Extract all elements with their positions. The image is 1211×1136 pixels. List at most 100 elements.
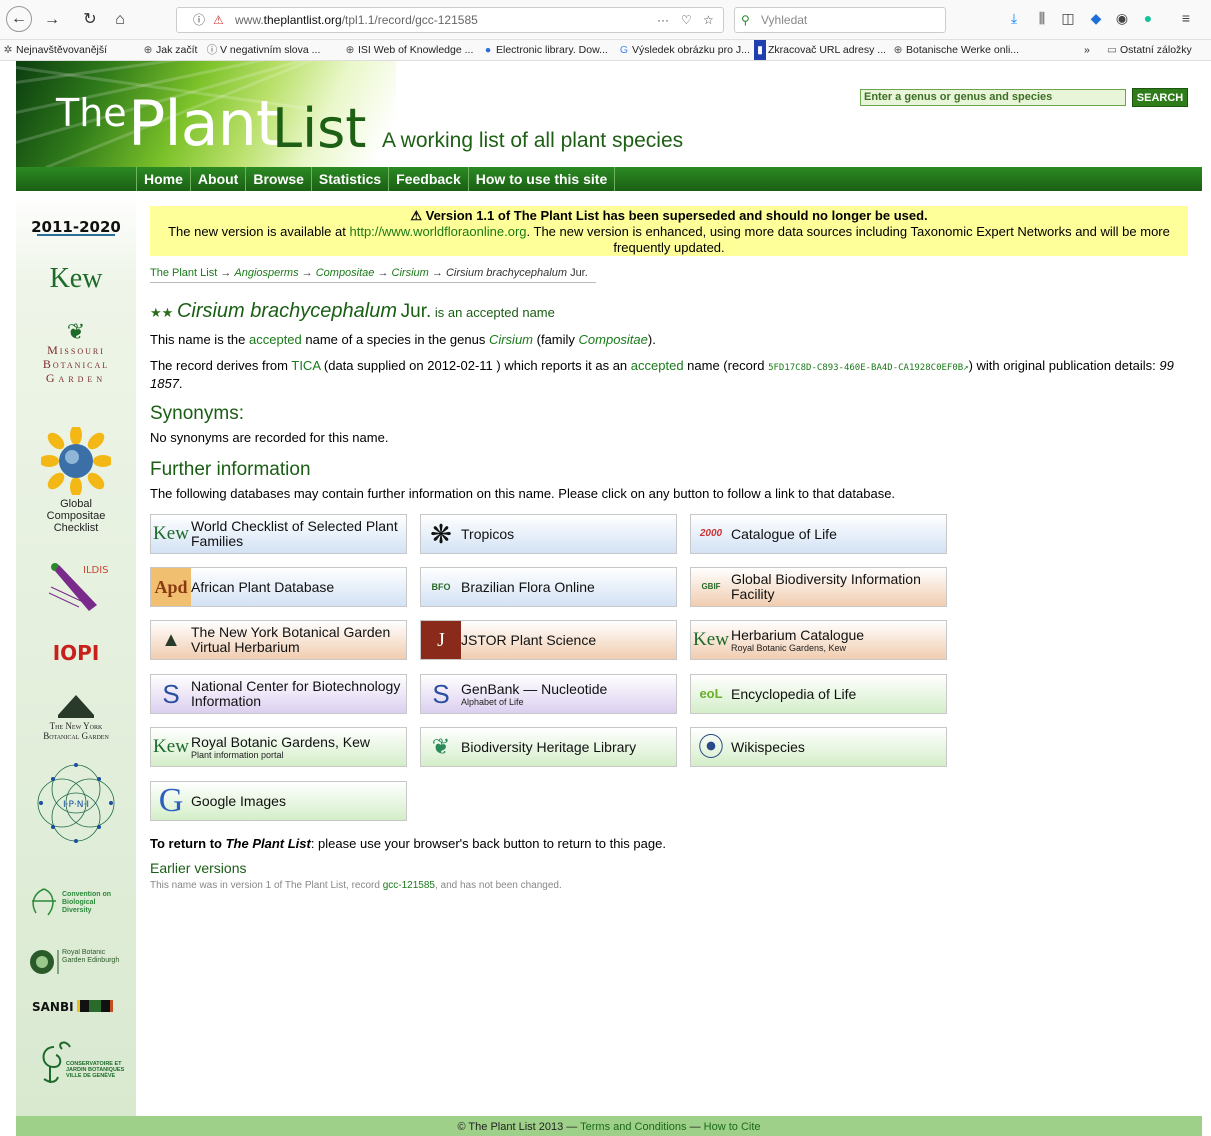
sidebar-icon[interactable]: ◫ [1058, 10, 1078, 27]
extension-icon[interactable]: ◆ [1086, 10, 1106, 27]
convention-biological-diversity-logo[interactable]: Convention on Biological Diversity [16, 885, 136, 922]
genus-link[interactable]: Cirsium [489, 332, 533, 347]
url-bar[interactable]: ⓘ ⚠ www.theplantlist.org/tpl1.1/record/g… [176, 7, 724, 33]
catalogue-of-life-button[interactable]: 2000 Catalogue of Life [690, 514, 947, 554]
back-arrow-icon[interactable]: ← [6, 6, 32, 32]
family-link[interactable]: Compositae [579, 332, 648, 347]
bookmark-item[interactable]: ⊕ Botanische Werke onli... [892, 40, 1019, 60]
return-instruction: To return to The Plant List: please use … [150, 836, 666, 851]
further-info-heading: Further information [150, 459, 311, 480]
ildis-logo[interactable]: ILDIS [16, 553, 136, 616]
downloads-icon[interactable]: ⤓ [1004, 10, 1024, 27]
encyclopedia-of-life-button[interactable]: eoL Encyclopedia of Life [690, 674, 947, 714]
page-actions-icon[interactable]: ··· [657, 8, 669, 32]
iopi-logo[interactable]: IOPI [16, 641, 136, 665]
database-label: National Center for Biotechnology Inform… [191, 678, 401, 709]
wikispecies-button[interactable]: ⦿ Wikispecies [690, 727, 947, 767]
herbarium-catalogue-button[interactable]: Kew Herbarium Catalogue Royal Botanic Gard… [690, 620, 947, 660]
bookmark-item[interactable]: ⊕ Jak začít [142, 40, 198, 60]
jstor-plant-science-button[interactable]: J JSTOR Plant Science [420, 620, 677, 660]
earlier-record-link[interactable]: gcc-121585 [383, 880, 435, 891]
nybg-herbarium-button[interactable]: ▲ The New York Botanical Garden Virtual H… [150, 620, 407, 660]
database-label: The New York Botanical Garden Virtual He… [191, 624, 391, 655]
insecure-lock-icon[interactable]: ⚠ [213, 8, 224, 32]
royal-botanic-garden-edinburgh-logo[interactable]: Royal Botanic Garden Edinburgh [16, 947, 136, 980]
breadcrumb-root[interactable]: The Plant List [150, 267, 217, 279]
record-source: The record derives from TICA (data suppl… [150, 358, 1174, 391]
breadcrumb-family[interactable]: Compositae [316, 267, 375, 279]
bookmark-star-icon[interactable]: ☆ [703, 8, 714, 32]
ipni-logo[interactable]: I·P·N·I [16, 759, 136, 850]
breadcrumb-genus[interactable]: Cirsium [392, 267, 429, 279]
account-icon[interactable]: ◉ [1112, 10, 1132, 27]
bookmark-item[interactable]: ● Electronic library. Dow... [482, 40, 608, 60]
apd-icon: Apd [151, 568, 191, 606]
library-site-icon: ● [484, 44, 492, 56]
search-button[interactable]: SEARCH [1132, 88, 1188, 107]
gear-icon: ✲ [3, 44, 13, 56]
search-placeholder: Vyhledat [761, 13, 808, 27]
african-plant-database-button[interactable]: Apd African Plant Database [150, 567, 407, 607]
pocket-icon[interactable]: ♡ [681, 8, 692, 32]
grammarly-icon[interactable]: ● [1138, 10, 1158, 26]
geneva-botanical-garden-logo[interactable]: CONSERVATOIRE ET JARDIN BOTANIQUES VILLE… [16, 1039, 136, 1092]
bookmark-item[interactable]: ⓘ V negativním slova ... [206, 40, 321, 60]
google-images-button[interactable]: G Google Images [150, 781, 407, 821]
logo-plant[interactable]: Plant [128, 87, 280, 160]
forward-arrow-icon[interactable]: → [40, 8, 64, 32]
eol-icon: eoL [699, 686, 723, 701]
bookmark-item[interactable]: ▮ Zkracovač URL adresy ... [754, 40, 886, 60]
logo-list[interactable]: List [272, 97, 366, 160]
accepted-link-2[interactable]: accepted [631, 358, 684, 373]
nav-about[interactable]: About [189, 167, 245, 191]
sunflower-icon [39, 425, 113, 497]
kew-logo[interactable]: Kew [16, 263, 136, 295]
global-compositae-checklist-logo[interactable]: Global Compositae Checklist [16, 425, 136, 534]
record-id-link[interactable]: 5FD17C8D-C893-460E-BA4D-CA1928C0EF0B↗ [768, 363, 968, 373]
bookmark-item[interactable]: ✲ Nejnavštěvovanější [2, 40, 107, 60]
tropicos-button[interactable]: ❋ Tropicos [420, 514, 677, 554]
accepted-link[interactable]: accepted [249, 332, 302, 347]
nav-feedback[interactable]: Feedback [388, 167, 468, 191]
nav-how-to-use[interactable]: How to use this site [467, 167, 616, 191]
nav-statistics[interactable]: Statistics [310, 167, 388, 191]
menu-icon[interactable]: ≡ [1176, 10, 1196, 26]
gbif-button[interactable]: GBIF Global Biodiversity Information Faci… [690, 567, 947, 607]
browser-search-field[interactable]: ⚲ Vyhledat [734, 7, 946, 33]
bookmarks-overflow-icon[interactable]: » [1084, 40, 1090, 60]
brazilian-flora-online-button[interactable]: BFO Brazilian Flora Online [420, 567, 677, 607]
kew-icon: Kew [693, 629, 729, 650]
reload-icon[interactable]: ↻ [78, 8, 102, 32]
bookmarks-bar: ✲ Nejnavštěvovanější ⊕ Jak začít ⓘ V negati… [0, 40, 1211, 61]
genbank-button[interactable]: S GenBank — Nucleotide Alphabet of Life [420, 674, 677, 714]
info-icon[interactable]: ⓘ [193, 8, 205, 32]
species-search-input[interactable]: Enter a genus or genus and species [860, 89, 1126, 106]
cbd-2011-2020-logo[interactable]: 2011-2020 [16, 217, 136, 242]
logo-the[interactable]: The [56, 91, 127, 135]
database-label: Tropicos [461, 525, 515, 542]
missouri-botanical-garden-logo[interactable]: ❦ Missouri Botanical Garden [16, 321, 136, 386]
how-to-cite-link[interactable]: How to Cite [704, 1121, 761, 1133]
wcsp-button[interactable]: Kew World Checklist of Selected Plant Fam… [150, 514, 407, 554]
site-tagline: A working list of all plant species [382, 129, 684, 152]
ncbi-button[interactable]: S National Center for Biotechnology Infor… [150, 674, 407, 714]
tica-link[interactable]: TICA [291, 358, 320, 373]
ncbi-icon: S [162, 679, 180, 709]
gbif-icon: GBIF [701, 582, 721, 591]
new-york-botanical-garden-logo[interactable]: The New York Botanical Garden [16, 693, 136, 741]
breadcrumb-major-group[interactable]: Angiosperms [234, 267, 298, 279]
nav-home[interactable]: Home [136, 167, 190, 191]
kew-portal-button[interactable]: Kew Royal Botanic Gardens, Kew Plant infor… [150, 727, 407, 767]
worldfloraonline-link[interactable]: http://www.worldfloraonline.org [349, 224, 526, 239]
library-icon[interactable]: ⫼ [1032, 10, 1052, 27]
bookmark-item[interactable]: ⊕ ISI Web of Knowledge ... [344, 40, 474, 60]
nav-browse[interactable]: Browse [245, 167, 311, 191]
bookmark-item[interactable]: G Výsledek obrázku pro J... [618, 40, 750, 60]
database-label: GenBank — Nucleotide Alphabet of Life [461, 680, 608, 707]
biodiversity-heritage-library-button[interactable]: ❦ Biodiversity Heritage Library [420, 727, 677, 767]
terms-link[interactable]: Terms and Conditions [580, 1121, 686, 1133]
globe-icon: ⊕ [345, 44, 355, 56]
sanbi-logo[interactable]: SANBI [16, 999, 136, 1014]
bookmark-folder[interactable]: ▭ Ostatní záložky [1106, 40, 1192, 60]
home-icon[interactable]: ⌂ [108, 8, 132, 32]
